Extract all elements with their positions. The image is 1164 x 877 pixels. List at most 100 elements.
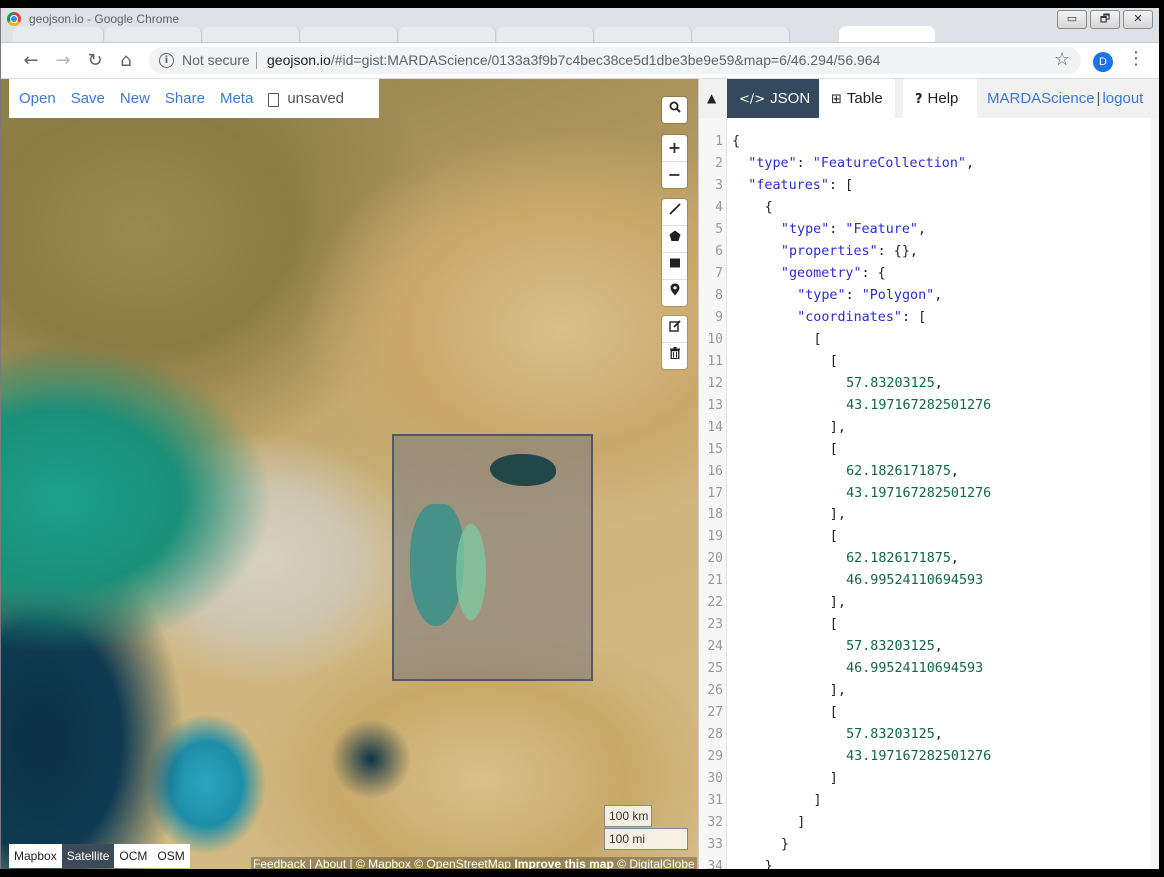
forward-arrow-icon[interactable]: → [51, 49, 75, 73]
marker-icon[interactable] [662, 280, 687, 306]
restore-button[interactable]: 🗗 [1090, 10, 1120, 29]
code-line[interactable]: 5 "type": "Feature", [699, 219, 1159, 241]
home-icon[interactable]: ⌂ [114, 49, 138, 73]
rectangle-icon[interactable] [662, 253, 687, 280]
menu-share[interactable]: Share [165, 90, 205, 107]
code-line[interactable]: 7 "geometry": { [699, 263, 1159, 285]
code-line[interactable]: 24 57.83203125, [699, 636, 1159, 658]
code-line[interactable]: 34} [699, 856, 1159, 869]
drawn-polygon[interactable] [392, 434, 593, 681]
polygon-icon[interactable] [662, 226, 687, 253]
edit-icon[interactable] [662, 316, 687, 343]
collapse-caret-icon[interactable]: ▲ [707, 91, 716, 105]
code-line[interactable]: 20 62.1826171875, [699, 548, 1159, 570]
file-menu-bar: Open Save New Share Meta unsaved [9, 79, 379, 118]
zoom-in-button[interactable]: + [662, 135, 687, 162]
profile-avatar[interactable]: D [1093, 52, 1113, 72]
code-line[interactable]: 26], [699, 680, 1159, 702]
code-line[interactable]: 31] [699, 790, 1159, 812]
info-icon[interactable]: i [159, 53, 174, 68]
code-line[interactable]: 30] [699, 768, 1159, 790]
digitalglobe-attribution[interactable]: © DigitalGlobe [617, 857, 695, 869]
code-line[interactable]: 14], [699, 417, 1159, 439]
menu-meta[interactable]: Meta [220, 90, 253, 107]
code-line[interactable]: 16 62.1826171875, [699, 461, 1159, 483]
browser-tab[interactable] [497, 27, 594, 42]
code-text: ] [814, 790, 822, 812]
code-line[interactable]: 17 43.197167282501276 [699, 483, 1159, 505]
more-menu-icon[interactable]: ⋮ [1127, 48, 1145, 69]
code-line[interactable]: 15 [ [699, 439, 1159, 461]
browser-tab[interactable] [693, 27, 790, 42]
code-line[interactable]: 22], [699, 592, 1159, 614]
json-punctuation: ], [829, 595, 846, 611]
browser-tab[interactable] [105, 27, 202, 42]
browser-window: geojson.io - Google Chrome ▭ 🗗 ✕ ← → ↻ ⌂… [0, 8, 1159, 869]
code-line[interactable]: 29 43.197167282501276 [699, 746, 1159, 768]
bookmark-star-icon[interactable]: ☆ [1054, 49, 1070, 70]
layer-satellite[interactable]: Satellite [61, 844, 115, 868]
zoom-out-button[interactable]: − [662, 162, 687, 188]
browser-tab[interactable] [595, 27, 692, 42]
code-line[interactable]: 21 46.99524110694593 [699, 570, 1159, 592]
search-icon[interactable] [662, 97, 687, 123]
code-text: [ [830, 351, 838, 373]
code-line[interactable]: 33} [699, 834, 1159, 856]
code-line[interactable]: 1{ [699, 131, 1159, 153]
feedback-link[interactable]: Feedback [253, 857, 306, 869]
browser-tab[interactable] [13, 27, 104, 42]
code-line[interactable]: 4{ [699, 197, 1159, 219]
code-line[interactable]: 10 [ [699, 329, 1159, 351]
code-text: { [732, 131, 740, 153]
layer-osm[interactable]: OSM [152, 844, 189, 868]
code-line[interactable]: 3 "features": [ [699, 175, 1159, 197]
code-line[interactable]: 18], [699, 504, 1159, 526]
browser-tab[interactable] [301, 27, 398, 42]
code-line[interactable]: 32] [699, 812, 1159, 834]
tab-table[interactable]: ⊞ Table [819, 79, 895, 118]
code-line[interactable]: 12 57.83203125, [699, 373, 1159, 395]
code-line[interactable]: 6 "properties": {}, [699, 241, 1159, 263]
json-editor[interactable]: 1{2 "type": "FeatureCollection", 3 "feature… [699, 131, 1159, 869]
layer-mapbox[interactable]: Mapbox [9, 844, 62, 868]
tab-help[interactable]: ? Help [903, 79, 977, 118]
pane-tabs: ▲ </> JSON ⊞ Table ? Help MARDAScience | logo… [699, 79, 1159, 118]
code-line[interactable]: 8 "type": "Polygon", [699, 285, 1159, 307]
tab-json[interactable]: </> JSON [727, 79, 823, 118]
layer-ocm[interactable]: OCM [114, 844, 152, 868]
improve-map-link[interactable]: Improve this map [514, 857, 613, 869]
editor-scrollbar[interactable] [1151, 118, 1159, 869]
active-browser-tab[interactable] [839, 26, 935, 42]
username-link[interactable]: MARDAScience [987, 90, 1095, 107]
logout-link[interactable]: logout [1102, 90, 1143, 107]
menu-open[interactable]: Open [19, 90, 56, 107]
reload-icon[interactable]: ↻ [83, 49, 107, 73]
code-line[interactable]: 11 [ [699, 351, 1159, 373]
line-number: 21 [707, 573, 723, 589]
map-canvas[interactable]: Open Save New Share Meta unsaved + − 100… [1, 79, 698, 869]
browser-tab[interactable] [203, 27, 300, 42]
back-arrow-icon[interactable]: ← [19, 49, 43, 73]
code-line[interactable]: 9 "coordinates": [ [699, 307, 1159, 329]
browser-tab[interactable] [399, 27, 496, 42]
security-label[interactable]: Not secure [182, 52, 250, 68]
code-line[interactable]: 2 "type": "FeatureCollection", [699, 153, 1159, 175]
code-line[interactable]: 27 [ [699, 702, 1159, 724]
osm-attribution[interactable]: © OpenStreetMap [414, 857, 511, 869]
code-line[interactable]: 13 43.197167282501276 [699, 395, 1159, 417]
address-bar[interactable]: i Not secure geojson.io/#id=gist:MARDASc… [149, 47, 1081, 74]
url-text[interactable]: geojson.io/#id=gist:MARDAScience/0133a3f… [267, 52, 880, 68]
code-text: 62.1826171875, [846, 461, 959, 483]
code-line[interactable]: 28 57.83203125, [699, 724, 1159, 746]
about-link[interactable]: About [315, 857, 346, 869]
menu-new[interactable]: New [120, 90, 150, 107]
trash-icon[interactable] [662, 343, 687, 369]
code-line[interactable]: 19 [ [699, 526, 1159, 548]
code-line[interactable]: 25 46.99524110694593 [699, 658, 1159, 680]
mapbox-attribution[interactable]: © Mapbox [356, 857, 411, 869]
minimize-button[interactable]: ▭ [1057, 10, 1087, 29]
code-line[interactable]: 23 [ [699, 614, 1159, 636]
menu-save[interactable]: Save [71, 90, 105, 107]
line-icon[interactable] [662, 199, 687, 226]
close-button[interactable]: ✕ [1123, 10, 1153, 29]
